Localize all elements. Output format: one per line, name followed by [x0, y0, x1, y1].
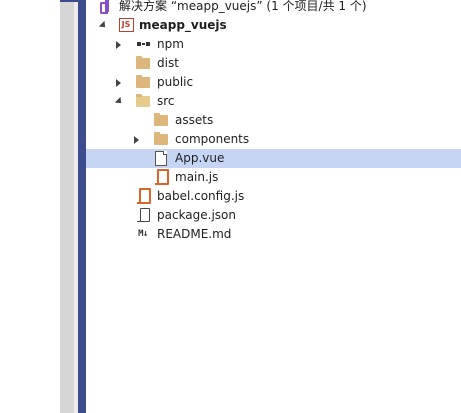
collapsed-chevron-icon[interactable]: [113, 35, 123, 54]
tree-item-label: main.js: [175, 170, 219, 184]
folder-icon: [135, 55, 151, 71]
json-file-icon: [137, 207, 153, 223]
tree-row-dist[interactable]: dist: [86, 54, 461, 73]
tree-item-label: App.vue: [175, 151, 225, 165]
npm-icon: [135, 36, 151, 52]
top-accent-bar: [60, 0, 80, 2]
tree-row-babel-config[interactable]: babel.config.js: [86, 187, 461, 206]
markdown-icon: M↓: [138, 229, 148, 239]
tree-row-main-js[interactable]: main.js: [86, 168, 461, 187]
left-gutter: [60, 0, 74, 413]
open-folder-icon: [135, 93, 151, 109]
js-project-icon: JS: [118, 17, 134, 33]
tree-item-label: assets: [175, 113, 214, 127]
tree-item-label: README.md: [157, 227, 232, 241]
expanded-chevron-icon[interactable]: [97, 16, 109, 35]
tree-row-solution[interactable]: 解决方案 “meapp_vuejs” (1 个项目/共 1 个): [86, 0, 461, 16]
folder-icon: [153, 112, 169, 128]
tree-item-label: public: [157, 75, 194, 89]
tree-row-public[interactable]: public: [86, 73, 461, 92]
tree-row-components[interactable]: components: [86, 130, 461, 149]
js-file-icon: [155, 169, 171, 185]
solution-tree: 解决方案 “meapp_vuejs” (1 个项目/共 1 个) JS meap…: [86, 0, 461, 413]
collapsed-chevron-icon[interactable]: [113, 73, 123, 92]
folder-icon: [153, 131, 169, 147]
tree-row-src[interactable]: src: [86, 92, 461, 111]
solution-label: 解决方案 “meapp_vuejs” (1 个项目/共 1 个): [119, 0, 367, 13]
expanded-chevron-icon[interactable]: [113, 92, 125, 111]
js-file-icon: [137, 188, 153, 204]
file-icon: [153, 150, 169, 166]
left-margin: [0, 0, 60, 413]
panel-edge: [78, 0, 86, 413]
tree-row-assets[interactable]: assets: [86, 111, 461, 130]
solution-icon: [97, 0, 113, 14]
tree-item-label: components: [175, 132, 250, 146]
tree-row-app-vue[interactable]: App.vue: [86, 149, 461, 168]
tree-item-label: npm: [157, 37, 184, 51]
collapsed-chevron-icon[interactable]: [131, 130, 141, 149]
tree-item-label: src: [157, 94, 175, 108]
folder-icon: [135, 74, 151, 90]
tree-item-label: dist: [157, 56, 179, 70]
tree-item-label: babel.config.js: [157, 189, 245, 203]
tree-row-npm[interactable]: npm: [86, 35, 461, 54]
tree-row-project[interactable]: JS meapp_vuejs: [86, 16, 461, 35]
project-label: meapp_vuejs: [139, 18, 227, 32]
tree-item-label: package.json: [157, 208, 237, 222]
tree-row-package-json[interactable]: package.json: [86, 206, 461, 225]
tree-row-readme[interactable]: M↓ README.md: [86, 225, 461, 244]
solution-explorer-window: 解决方案 “meapp_vuejs” (1 个项目/共 1 个) JS meap…: [0, 0, 461, 413]
